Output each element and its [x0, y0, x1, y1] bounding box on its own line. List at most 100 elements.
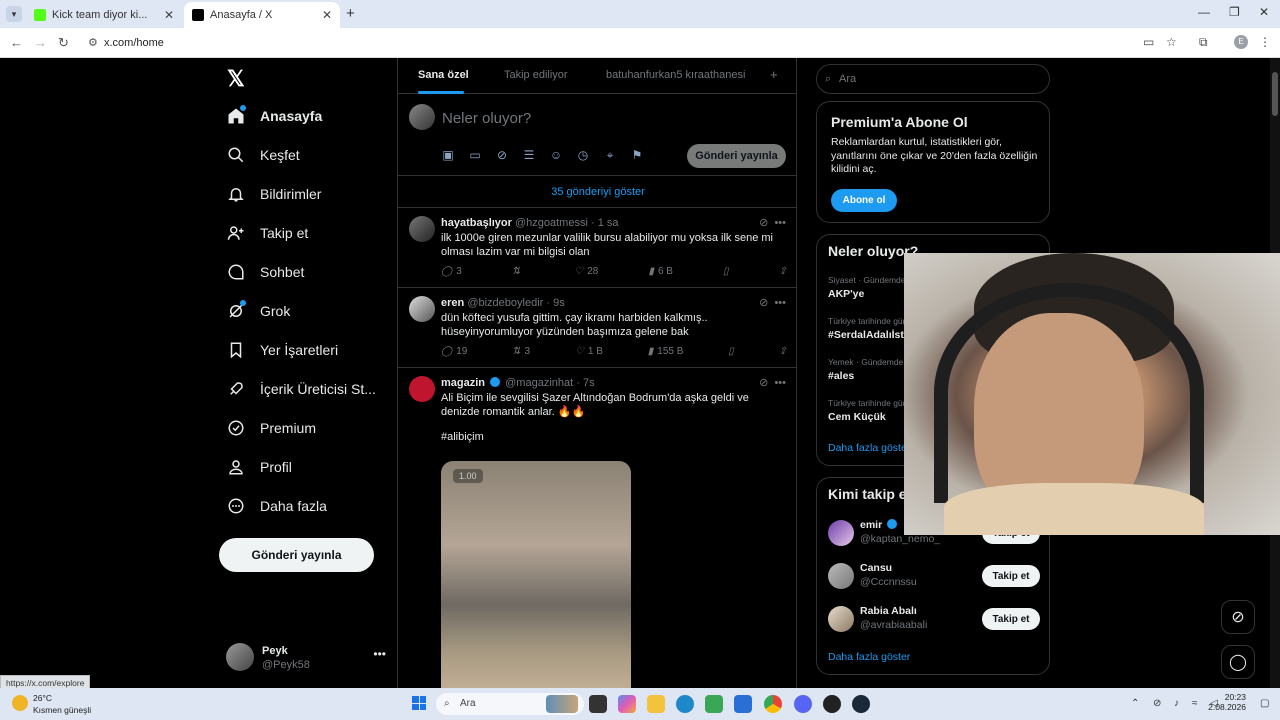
sidebar-item-profile[interactable]: Profil: [226, 452, 292, 482]
sidebar-item-chat[interactable]: Sohbet: [226, 257, 304, 287]
file-explorer-icon[interactable]: [647, 695, 665, 713]
edge-icon[interactable]: [676, 695, 694, 713]
sidebar-item-bookmarks[interactable]: Yer İşaretleri: [226, 335, 338, 365]
share-button[interactable]: ⇪: [779, 346, 787, 357]
tweet[interactable]: eren @bizdeboyledir · 9s ⊘ ••• dün köfte…: [398, 288, 796, 368]
wifi-icon[interactable]: ≈: [1192, 698, 1198, 709]
views-button[interactable]: ▮ 155 B: [648, 346, 684, 357]
sidebar-item-follow[interactable]: Takip et: [226, 218, 308, 248]
tab-for-you[interactable]: Sana özel: [418, 69, 469, 81]
start-icon[interactable]: [412, 696, 426, 710]
avatar[interactable]: [409, 376, 435, 402]
x-logo-icon[interactable]: 𝕏: [227, 66, 249, 91]
share-button[interactable]: ⇪: [779, 266, 787, 277]
subscribe-button[interactable]: Abone ol: [831, 189, 897, 212]
emoji-icon[interactable]: ☺: [548, 147, 564, 163]
sidebar-item-creator-studio[interactable]: İçerik Üreticisi St...: [226, 374, 376, 404]
widget-icon[interactable]: [546, 695, 578, 713]
gif-icon[interactable]: ▭: [467, 147, 483, 163]
repost-button[interactable]: ⇅: [512, 266, 524, 277]
tweet-menu[interactable]: ⊘ •••: [759, 296, 786, 309]
terminal-icon[interactable]: [589, 695, 607, 713]
copilot-icon[interactable]: [618, 695, 636, 713]
account-switcher[interactable]: Peyk @Peyk58 •••: [226, 643, 386, 673]
follow-button[interactable]: Takip et: [982, 565, 1040, 587]
follow-show-more[interactable]: Daha fazla göster: [828, 651, 910, 663]
tweet-menu[interactable]: ⊘ •••: [759, 376, 786, 389]
like-button[interactable]: ♡ 1 B: [575, 346, 603, 357]
obs-icon[interactable]: [823, 695, 841, 713]
tweet-author[interactable]: eren: [441, 297, 464, 309]
tab-following[interactable]: Takip ediliyor: [504, 69, 568, 81]
sidebar-item-notifications[interactable]: Bildirimler: [226, 179, 321, 209]
like-button[interactable]: ♡ 28: [574, 266, 598, 277]
bookmark-button[interactable]: ▯: [723, 266, 729, 277]
extensions-icon[interactable]: ⧉: [1199, 35, 1208, 50]
tweet-time[interactable]: · 7s: [576, 377, 594, 389]
follow-button[interactable]: Takip et: [982, 608, 1040, 630]
tweet-menu[interactable]: ⊘ •••: [759, 216, 786, 229]
star-icon[interactable]: ☆: [1166, 35, 1177, 49]
system-clock[interactable]: 20:23 2.08.2026: [1206, 692, 1246, 712]
bookmark-button[interactable]: ▯: [728, 346, 734, 357]
tweet[interactable]: hayatbaşlıyor @hzgoatmessi · 1 sa ⊘ ••• …: [398, 208, 796, 288]
more-icon[interactable]: •••: [373, 647, 386, 661]
post-button[interactable]: Gönderi yayınla: [219, 538, 374, 572]
sidebar-item-premium[interactable]: Premium: [226, 413, 316, 443]
discord-icon[interactable]: [794, 695, 812, 713]
browser-tab-x[interactable]: Anasayfa / X ✕: [184, 2, 340, 28]
repost-button[interactable]: ⇅ 3: [512, 346, 530, 357]
window-close-button[interactable]: ✕: [1259, 5, 1269, 19]
sidebar-item-more[interactable]: Daha fazla: [226, 491, 327, 521]
tab-search-menu[interactable]: ▾: [6, 6, 22, 22]
cast-icon[interactable]: ▭: [1143, 35, 1154, 49]
show-new-posts-button[interactable]: 35 gönderiyi göster: [398, 176, 796, 208]
search-input[interactable]: ⌕ Ara: [816, 64, 1050, 94]
avatar[interactable]: [828, 520, 854, 546]
site-info-icon[interactable]: ⚙: [88, 32, 98, 54]
chat-fab-icon[interactable]: ◯: [1221, 645, 1255, 679]
close-icon[interactable]: ✕: [164, 8, 174, 22]
menu-icon[interactable]: ⋮: [1259, 35, 1271, 49]
chevron-up-icon[interactable]: ⌃: [1131, 698, 1139, 709]
tweet-video[interactable]: 1.00: [441, 461, 631, 688]
browser-tab-kick[interactable]: Kick team diyor ki... ✕: [26, 2, 182, 28]
hashtag-link[interactable]: #alibiçim: [441, 430, 789, 444]
tweet-author[interactable]: hayatbaşlıyor: [441, 217, 512, 229]
minimize-button[interactable]: —: [1198, 5, 1210, 19]
tweet-time[interactable]: · 1 sa: [591, 217, 619, 229]
grok-icon[interactable]: ⊘: [494, 147, 510, 163]
compose-input[interactable]: Neler oluyor?: [442, 110, 531, 127]
microphone-icon[interactable]: ♪: [1174, 698, 1179, 709]
store-icon[interactable]: [705, 695, 723, 713]
image-icon[interactable]: ▣: [440, 147, 456, 163]
new-tab-button[interactable]: +: [346, 5, 355, 22]
reload-icon[interactable]: ↻: [58, 35, 69, 51]
back-icon[interactable]: ←: [10, 35, 23, 50]
scrollbar-thumb[interactable]: [1272, 72, 1278, 116]
url-field[interactable]: ⚙ x.com/home: [84, 32, 1134, 54]
profile-avatar[interactable]: E: [1234, 35, 1248, 49]
views-button[interactable]: ▮ 6 B: [648, 266, 673, 277]
avatar[interactable]: [409, 296, 435, 322]
sidebar-item-explore[interactable]: Keşfet: [226, 140, 300, 170]
poll-icon[interactable]: ☰: [521, 147, 537, 163]
follow-suggestion[interactable]: Rabia Abalı @avrabiaabali Takip et: [828, 604, 1040, 634]
tweet-author[interactable]: magazin: [441, 377, 485, 389]
network-icon[interactable]: ⊘: [1153, 698, 1161, 709]
close-icon[interactable]: ✕: [322, 8, 332, 22]
sidebar-item-grok[interactable]: Grok: [226, 296, 290, 326]
tab-community[interactable]: batuhanfurkan5 kıraathanesi: [606, 69, 745, 81]
location-icon[interactable]: ⌖: [602, 147, 618, 163]
tweet-time[interactable]: · 9s: [546, 297, 564, 309]
forward-icon[interactable]: →: [34, 35, 47, 50]
follow-suggestion[interactable]: Cansu @Cccnnssu Takip et: [828, 561, 1040, 591]
reply-button[interactable]: ◯ 19: [441, 346, 467, 357]
chrome-icon[interactable]: [764, 695, 782, 713]
avatar[interactable]: [828, 606, 854, 632]
tweet[interactable]: magazin @magazinhat · 7s ⊘ ••• Ali Biçim…: [398, 368, 796, 688]
notifications-icon[interactable]: ▢: [1260, 698, 1269, 709]
add-tab-icon[interactable]: +: [770, 67, 778, 82]
trends-show-more[interactable]: Daha fazla göster: [828, 442, 910, 454]
restore-button[interactable]: ❐: [1229, 5, 1240, 19]
